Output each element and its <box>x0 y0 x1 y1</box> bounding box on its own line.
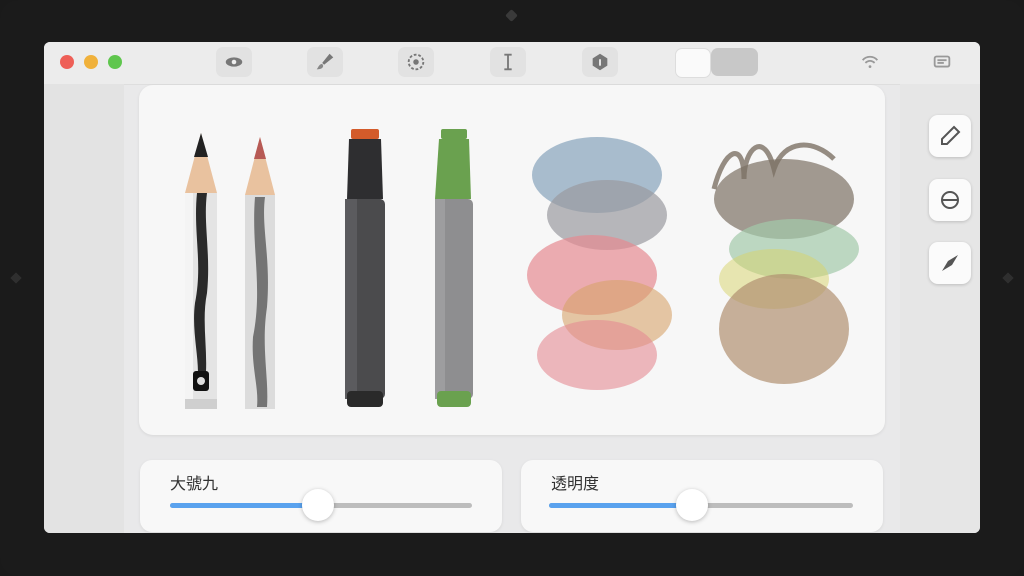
eraser-tool-button[interactable] <box>929 179 971 221</box>
left-gutter <box>44 84 124 533</box>
pencil-red-icon[interactable] <box>241 137 279 409</box>
text-cursor-icon <box>504 53 512 71</box>
text-button[interactable] <box>490 47 526 77</box>
zoom-button[interactable] <box>108 55 122 69</box>
toolbar <box>44 42 980 85</box>
pen-nib-icon <box>942 255 958 271</box>
eye-icon <box>225 57 243 67</box>
settings-button[interactable] <box>398 47 434 77</box>
opacity-slider-card: 透明度 <box>521 460 883 532</box>
segment-dark[interactable] <box>711 48 758 76</box>
size-slider-thumb[interactable] <box>301 489 334 521</box>
eraser-icon <box>941 191 959 209</box>
wifi-icon <box>861 55 879 68</box>
side-dot-right <box>1002 272 1014 284</box>
camera-icon <box>505 9 518 22</box>
marker-dark-icon[interactable] <box>339 129 391 411</box>
brush-icon <box>316 53 334 70</box>
notes-button[interactable] <box>924 47 960 77</box>
size-slider-label: 大號九 <box>170 474 219 493</box>
watercolor-swatch-2[interactable] <box>704 129 864 401</box>
pencil-black-icon[interactable] <box>181 133 221 409</box>
side-dot-left <box>10 272 22 284</box>
pencil-tool-button[interactable] <box>929 115 971 157</box>
wifi-button[interactable] <box>852 47 888 77</box>
eye-button[interactable] <box>216 47 252 77</box>
size-slider-fill <box>170 503 318 508</box>
fill-button[interactable] <box>582 47 618 77</box>
size-slider-card: 大號九 <box>140 460 502 532</box>
opacity-slider-fill <box>549 503 692 508</box>
notes-icon <box>933 55 951 68</box>
opacity-slider-track[interactable] <box>549 489 853 521</box>
segment-light[interactable] <box>675 48 711 78</box>
opacity-slider-label: 透明度 <box>551 474 600 493</box>
settings-icon <box>407 53 425 71</box>
opacity-slider-thumb[interactable] <box>675 489 708 521</box>
drawing-canvas[interactable] <box>139 85 885 482</box>
pen-tool-button[interactable] <box>929 242 971 284</box>
app-window: 大號九 透明度 <box>44 42 980 533</box>
watercolor-swatch-1[interactable] <box>527 125 677 405</box>
fill-bucket-icon <box>592 53 608 71</box>
close-button[interactable] <box>60 55 74 69</box>
minimize-button[interactable] <box>84 55 98 69</box>
pencil-icon <box>941 125 961 145</box>
size-slider-track[interactable] <box>170 489 472 521</box>
brush-button[interactable] <box>307 47 343 77</box>
device-frame: 大號九 透明度 <box>0 0 1024 576</box>
marker-green-icon[interactable] <box>429 129 479 411</box>
